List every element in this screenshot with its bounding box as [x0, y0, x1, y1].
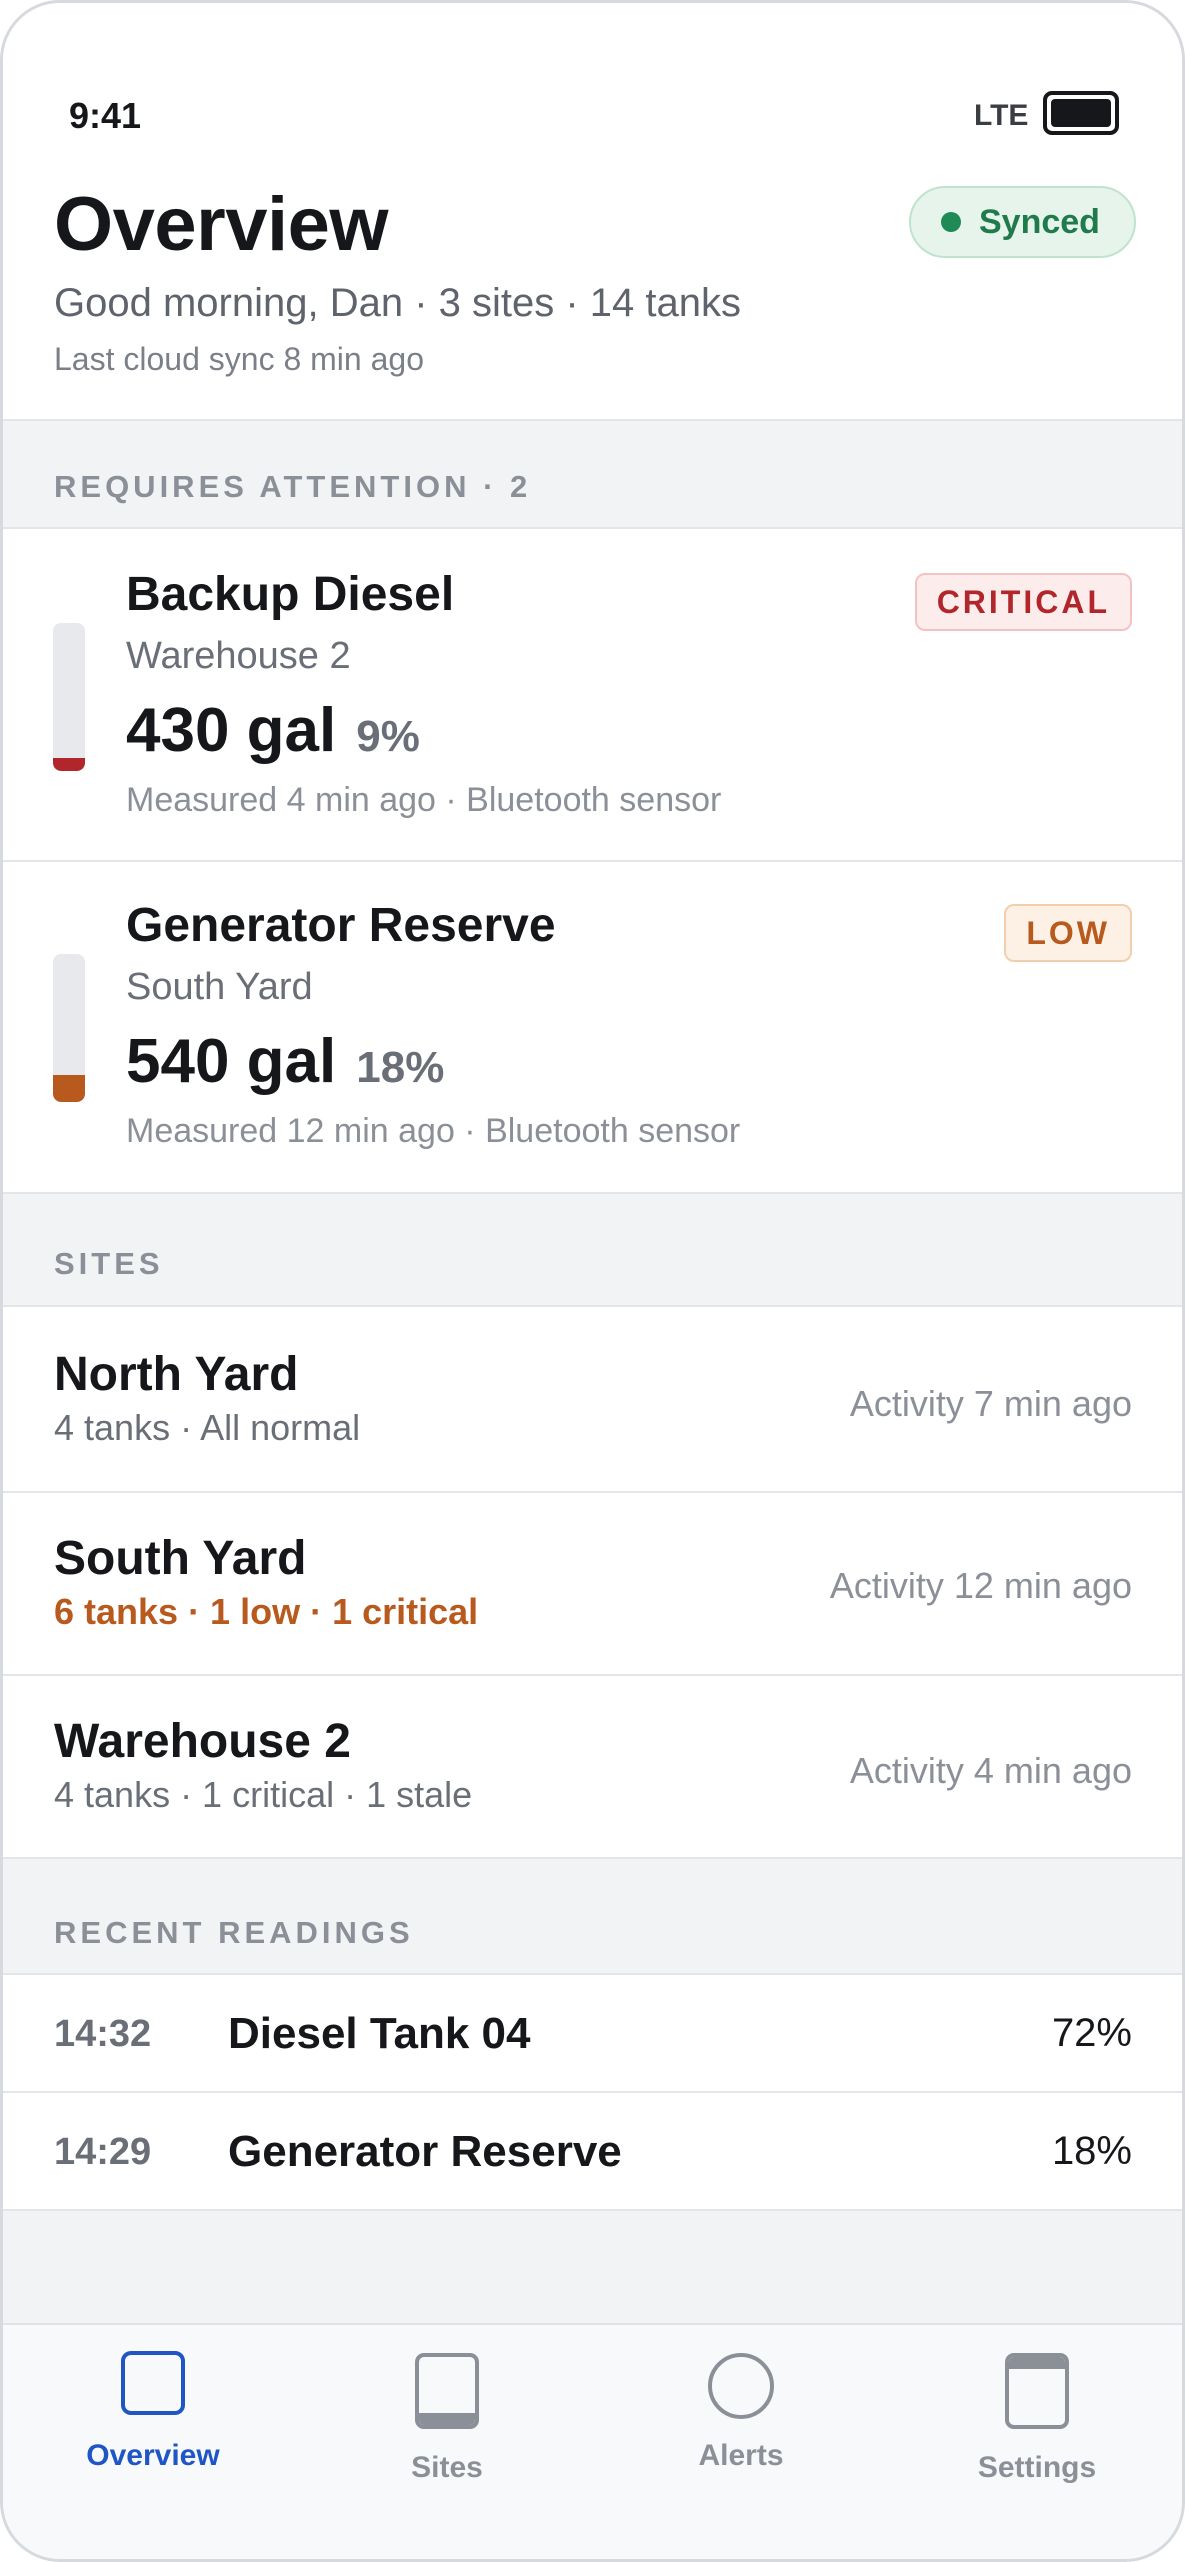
reading-tank-name: Generator Reserve — [228, 2127, 622, 2176]
site-summary: 4 tanks · 1 critical · 1 stale — [54, 1774, 473, 1815]
status-bar: 9:41 LTE — [3, 3, 1182, 163]
sync-status-badge[interactable]: Synced — [909, 186, 1136, 258]
tank-site: South Yard — [126, 966, 313, 1008]
tab-label: Alerts — [698, 2439, 784, 2472]
tank-percent: 9% — [356, 712, 420, 761]
page-header: Overview Synced Good morning, Dan · 3 si… — [3, 163, 1182, 421]
last-sync-text: Last cloud sync 8 min ago — [54, 341, 424, 377]
tab-settings[interactable]: Settings — [889, 2325, 1182, 2525]
site-activity: Activity 7 min ago — [849, 1383, 1132, 1424]
reading-tank-name: Diesel Tank 04 — [228, 2009, 531, 2058]
tab-label: Sites — [411, 2451, 483, 2484]
sites-icon — [415, 2353, 479, 2429]
critical-badge: CRITICAL — [914, 573, 1132, 631]
tank-level-gauge — [53, 623, 85, 771]
section-heading-readings: RECENT READINGS — [3, 1859, 1182, 1975]
reading-row[interactable]: 14:32 Diesel Tank 04 72% — [3, 1975, 1182, 2093]
greeting-summary: Good morning, Dan · 3 sites · 14 tanks — [54, 281, 741, 325]
site-summary: 4 tanks · All normal — [54, 1407, 361, 1448]
tab-alerts[interactable]: Alerts — [593, 2325, 889, 2525]
battery-icon — [1043, 91, 1119, 135]
tank-measured-meta: Measured 12 min ago · Bluetooth sensor — [126, 1112, 741, 1150]
tank-amount: 540 gal 18% — [126, 1026, 444, 1097]
status-time: 9:41 — [69, 95, 142, 136]
site-name: Warehouse 2 — [54, 1715, 351, 1768]
section-heading-label: RECENT READINGS — [54, 1915, 414, 1950]
low-badge: LOW — [1004, 904, 1132, 962]
section-heading-sites: SITES — [3, 1194, 1182, 1307]
tank-site: Warehouse 2 — [126, 635, 351, 677]
site-row-warehouse-2[interactable]: Warehouse 2 4 tanks · 1 critical · 1 sta… — [3, 1676, 1182, 1859]
site-row-south-yard[interactable]: South Yard 6 tanks · 1 low · 1 critical … — [3, 1493, 1182, 1676]
reading-value: 72% — [1051, 2011, 1132, 2055]
phone-frame: 9:41 LTE Overview Synced Good morning, D… — [0, 0, 1185, 2562]
settings-icon — [1005, 2353, 1069, 2429]
reading-time: 14:29 — [54, 2131, 152, 2173]
site-summary-warning: 6 tanks · 1 low · 1 critical — [54, 1591, 479, 1632]
tank-volume: 430 gal — [126, 696, 337, 765]
site-name: North Yard — [54, 1348, 299, 1401]
site-row-north-yard[interactable]: North Yard 4 tanks · All normal Activity… — [3, 1307, 1182, 1493]
tank-measured-meta: Measured 4 min ago · Bluetooth sensor — [126, 781, 722, 819]
tank-name: Backup Diesel — [126, 568, 455, 621]
reading-value: 18% — [1051, 2129, 1132, 2173]
attention-card-generator-reserve[interactable]: Generator Reserve LOW South Yard 540 gal… — [3, 862, 1182, 1194]
tank-name: Generator Reserve — [126, 899, 556, 952]
tank-level-gauge — [53, 954, 85, 1102]
tank-amount: 430 gal 9% — [126, 695, 420, 766]
alerts-icon — [708, 2353, 774, 2419]
network-indicator: LTE — [974, 99, 1029, 132]
status-dot-icon — [941, 212, 961, 232]
site-activity: Activity 12 min ago — [829, 1565, 1132, 1606]
tab-sites[interactable]: Sites — [299, 2325, 595, 2525]
attention-card-backup-diesel[interactable]: Backup Diesel CRITICAL Warehouse 2 430 g… — [3, 529, 1182, 862]
section-heading-attention: REQUIRES ATTENTION · 2 — [3, 421, 1182, 529]
bottom-tab-bar: Overview Sites Alerts Settings — [3, 2323, 1182, 2559]
site-activity: Activity 4 min ago — [849, 1750, 1132, 1791]
section-heading-label: REQUIRES ATTENTION · 2 — [54, 469, 532, 504]
tab-label: Settings — [977, 2451, 1097, 2484]
sync-status-label: Synced — [979, 202, 1100, 241]
tank-percent: 18% — [356, 1043, 445, 1092]
section-heading-label: SITES — [54, 1246, 164, 1281]
tab-label: Overview — [86, 2439, 220, 2472]
reading-time: 14:32 — [54, 2013, 152, 2055]
overview-icon — [121, 2351, 185, 2415]
page-title: Overview — [54, 182, 389, 267]
site-name: South Yard — [54, 1532, 307, 1585]
reading-row[interactable]: 14:29 Generator Reserve 18% — [3, 2093, 1182, 2211]
tank-volume: 540 gal — [126, 1027, 337, 1096]
tab-overview[interactable]: Overview — [5, 2325, 301, 2525]
